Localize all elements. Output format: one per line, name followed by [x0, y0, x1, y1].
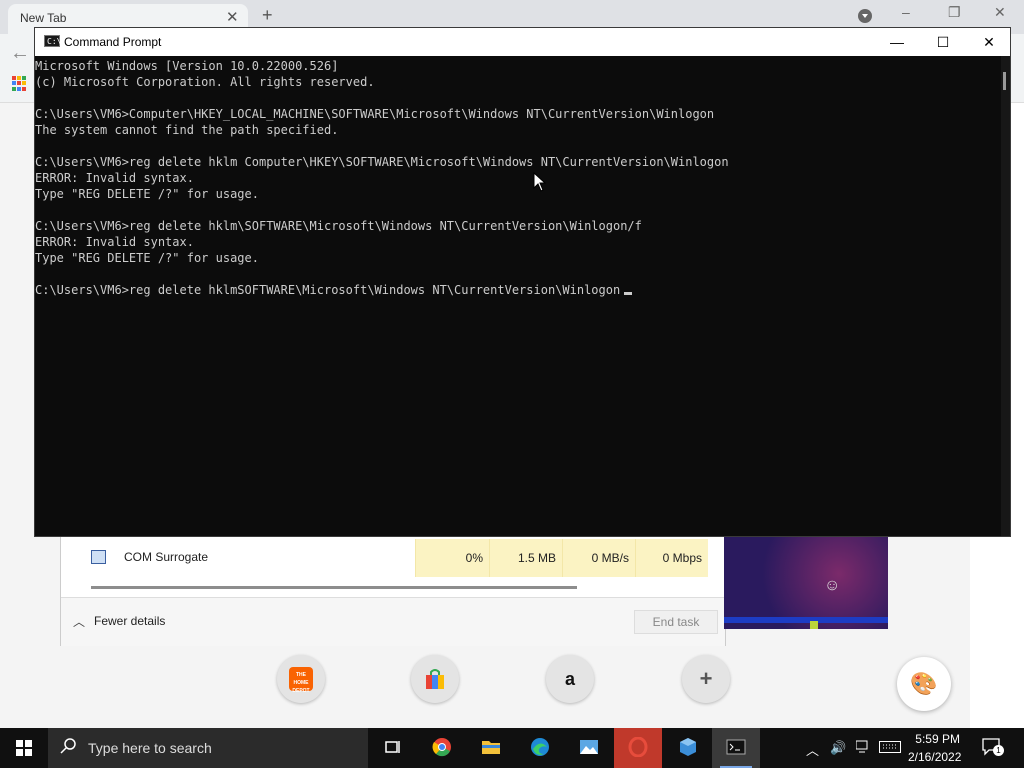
- browser-close-button[interactable]: ✕: [994, 4, 1006, 21]
- process-icon: [91, 550, 106, 564]
- network-icon[interactable]: [856, 740, 872, 754]
- console-line: C:\Users\VM6>Computer\HKEY_LOCAL_MACHINE…: [35, 107, 715, 121]
- browser-tab-title: New Tab: [20, 11, 67, 25]
- process-network: 0 Mbps: [635, 539, 708, 577]
- taskbar-command-prompt[interactable]: [712, 728, 760, 768]
- taskbar-photos[interactable]: [565, 728, 613, 768]
- console-line: Microsoft Windows [Version 10.0.22000.52…: [35, 59, 339, 73]
- notification-badge: 1: [993, 745, 1004, 756]
- background-thumbnail: ☺: [724, 537, 888, 629]
- close-button[interactable]: ✕: [966, 28, 1012, 56]
- console-line: Type "REG DELETE /?" for usage.: [35, 187, 259, 201]
- taskbar-task-view[interactable]: [368, 728, 416, 768]
- console-scrollbar[interactable]: [1001, 56, 1010, 536]
- console-output[interactable]: Microsoft Windows [Version 10.0.22000.52…: [35, 56, 1001, 536]
- task-view-icon: [385, 741, 400, 753]
- task-manager-footer: ︿ Fewer details End task: [61, 597, 725, 646]
- palette-icon: 🎨: [910, 671, 938, 696]
- plus-icon: +: [699, 666, 713, 691]
- clock-date[interactable]: 2/16/2022: [908, 750, 961, 764]
- photos-icon: [580, 740, 598, 754]
- process-name: COM Surrogate: [124, 550, 209, 564]
- browser-minimize-button[interactable]: –: [902, 4, 910, 20]
- shortcut-amazon[interactable]: a: [546, 655, 594, 703]
- chrome-icon: [432, 738, 451, 757]
- chevron-up-icon[interactable]: ︿: [73, 613, 85, 630]
- show-hidden-icons-chevron-icon[interactable]: ︿: [806, 740, 819, 759]
- taskbar-file-explorer[interactable]: [467, 728, 515, 768]
- minimize-button[interactable]: —: [874, 28, 920, 56]
- edge-icon: [531, 738, 549, 756]
- taskbar: Type here to search ︿ 🔊 5:59 PM 2/16/202…: [0, 728, 1024, 768]
- taskbar-chrome[interactable]: [418, 728, 466, 768]
- console-line: (c) Microsoft Corporation. All rights re…: [35, 75, 375, 89]
- task-manager-window: COM Surrogate 0% 1.5 MB 0 MB/s 0 Mbps ︿ …: [60, 530, 726, 646]
- end-task-button[interactable]: End task: [634, 610, 718, 634]
- taskbar-edge[interactable]: [516, 728, 564, 768]
- tab-close-icon[interactable]: ✕: [226, 8, 239, 26]
- shortcut-home-depot[interactable]: THE HOME DEPOT: [277, 655, 325, 703]
- console-line: The system cannot find the path specifie…: [35, 123, 339, 137]
- command-prompt-titlebar[interactable]: C:\ Command Prompt — ☐ ✕: [35, 28, 1010, 56]
- taskbar-search-box[interactable]: Type here to search: [48, 728, 368, 768]
- current-command[interactable]: C:\Users\VM6>reg delete hklmSOFTWARE\Mic…: [35, 283, 620, 297]
- smiley-icon: ☺: [824, 577, 841, 594]
- horizontal-scrollbar[interactable]: [91, 586, 577, 589]
- cube-app-icon: [680, 738, 696, 756]
- taskbar-opera[interactable]: [614, 728, 662, 768]
- console-line: C:\Users\VM6>reg delete hklm Computer\HK…: [35, 155, 729, 169]
- text-cursor: [624, 292, 633, 295]
- home-depot-icon: THE HOME DEPOT: [289, 667, 313, 694]
- process-row[interactable]: COM Surrogate 0% 1.5 MB 0 MB/s 0 Mbps: [61, 539, 725, 577]
- process-disk: 0 MB/s: [562, 539, 635, 577]
- search-icon: [60, 738, 76, 754]
- console-input-line[interactable]: C:\Users\VM6>reg delete hklmSOFTWARE\Mic…: [35, 282, 633, 298]
- console-line: ERROR: Invalid syntax.: [35, 171, 194, 185]
- folder-icon: [482, 741, 500, 754]
- process-cpu: 0%: [415, 539, 489, 577]
- maximize-button[interactable]: ☐: [920, 28, 966, 56]
- scrollbar-thumb[interactable]: [1003, 72, 1006, 90]
- command-prompt-icon: C:\: [44, 35, 61, 47]
- thumbnail-glow: [724, 537, 888, 629]
- window-title: Command Prompt: [64, 35, 162, 49]
- shortcut-add[interactable]: +: [682, 655, 730, 703]
- thumbnail-marker: [810, 621, 818, 629]
- customize-palette-button[interactable]: 🎨: [897, 657, 951, 711]
- thumbnail-bar: [724, 617, 888, 623]
- search-placeholder: Type here to search: [88, 740, 212, 756]
- notification-center-button[interactable]: 1: [982, 738, 1004, 756]
- browser-restore-button[interactable]: ❐: [948, 4, 961, 21]
- opera-icon: [628, 737, 648, 757]
- profile-dropdown-icon[interactable]: [858, 9, 872, 23]
- clock-time[interactable]: 5:59 PM: [912, 732, 960, 746]
- new-tab-button[interactable]: +: [262, 5, 273, 26]
- apps-grid-icon[interactable]: [12, 76, 27, 91]
- console-line: Type "REG DELETE /?" for usage.: [35, 251, 259, 265]
- keyboard-icon[interactable]: [879, 740, 901, 754]
- taskbar-cube-app[interactable]: [664, 728, 712, 768]
- back-arrow-icon[interactable]: ←: [10, 42, 30, 65]
- windows-logo-icon: [16, 740, 32, 756]
- console-line: ERROR: Invalid syntax.: [35, 235, 194, 249]
- shortcut-shopping[interactable]: [411, 655, 459, 703]
- start-button[interactable]: [0, 728, 48, 768]
- command-prompt-icon: [726, 739, 746, 755]
- mouse-pointer-icon: [533, 172, 547, 192]
- command-prompt-window[interactable]: C:\ Command Prompt — ☐ ✕ Microsoft Windo…: [34, 27, 1011, 537]
- amazon-icon: a: [564, 669, 575, 689]
- console-line: C:\Users\VM6>reg delete hklm\SOFTWARE\Mi…: [35, 219, 642, 233]
- shopping-bag-icon: [426, 669, 444, 689]
- volume-icon[interactable]: 🔊: [830, 740, 846, 756]
- process-memory: 1.5 MB: [489, 539, 562, 577]
- fewer-details-link[interactable]: Fewer details: [94, 614, 165, 628]
